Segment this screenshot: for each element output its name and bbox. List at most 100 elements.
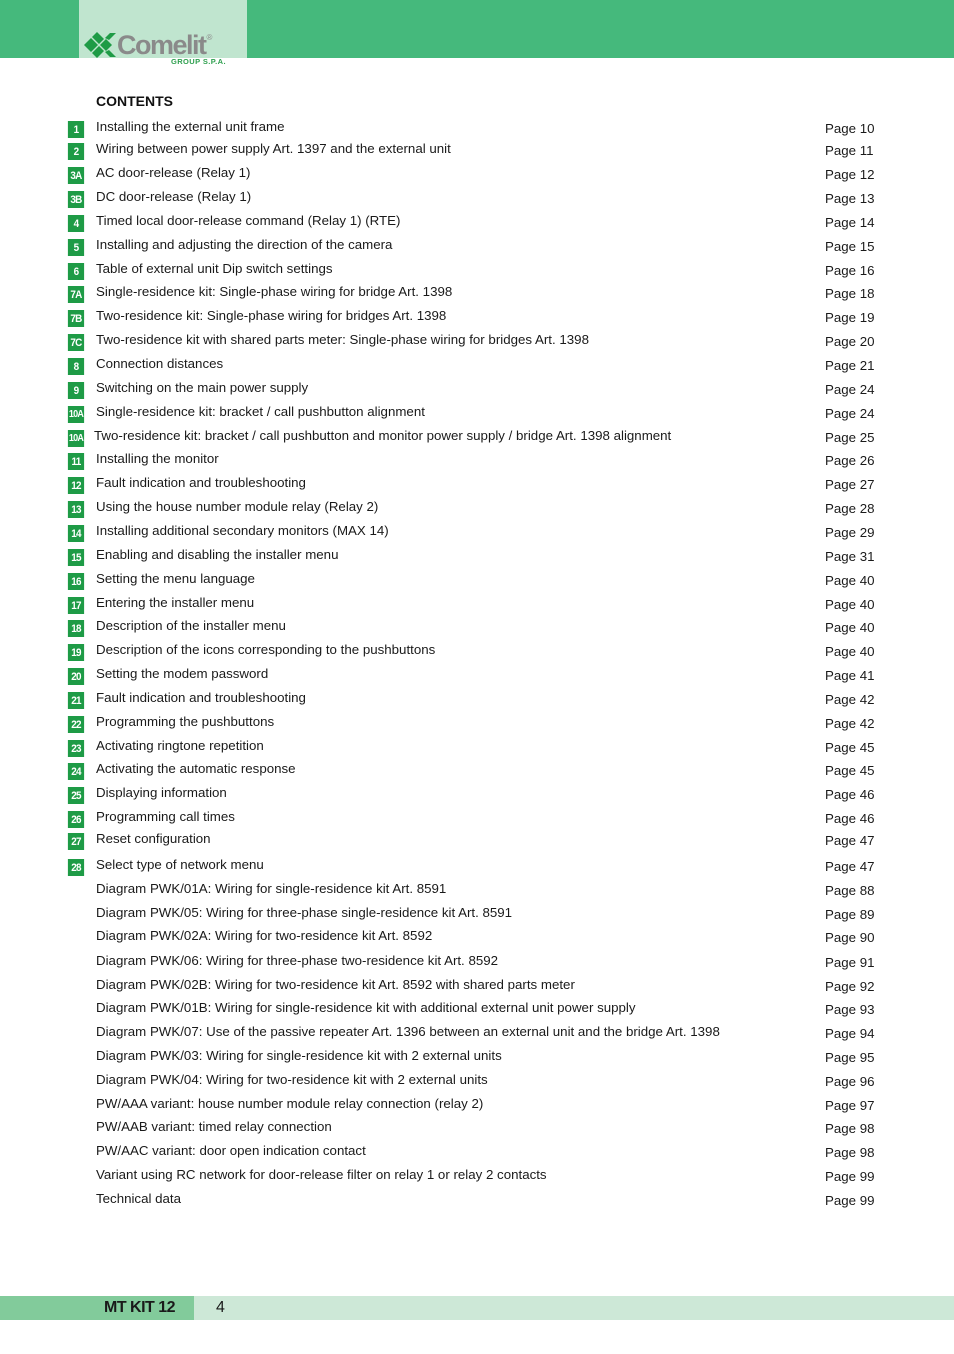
toc-entry-title[interactable]: Diagram PWK/06: Wiring for three-phase t…: [96, 952, 498, 970]
toc-entry-title[interactable]: AC door-release (Relay 1): [96, 164, 250, 182]
toc-entry-page[interactable]: Page 99: [825, 1192, 875, 1210]
toc-entry-page[interactable]: Page 98: [825, 1120, 875, 1138]
toc-entry[interactable]: 2 Wiring between power supply Art. 1397 a…: [0, 140, 954, 162]
toc-entry-page[interactable]: Page 88: [825, 882, 875, 900]
toc-entry[interactable]: Variant using RC network for door-releas…: [0, 1166, 954, 1188]
toc-entry[interactable]: 17 Entering the installer menu Page 40: [0, 594, 954, 616]
toc-entry[interactable]: 10A Single-residence kit: bracket / call …: [0, 403, 954, 425]
toc-entry-page[interactable]: Page 89: [825, 906, 875, 924]
toc-entry-title[interactable]: Diagram PWK/01A: Wiring for single-resid…: [96, 880, 446, 898]
toc-entry[interactable]: 22 Programming the pushbuttons Page 42: [0, 713, 954, 735]
toc-entry-title[interactable]: Description of the installer menu: [96, 617, 286, 635]
toc-entry-page[interactable]: Page 25: [825, 429, 875, 447]
toc-entry[interactable]: 5 Installing and adjusting the direction …: [0, 236, 954, 258]
toc-entry-title[interactable]: Table of external unit Dip switch settin…: [96, 260, 333, 278]
toc-entry[interactable]: 13 Using the house number module relay (R…: [0, 498, 954, 520]
toc-entry[interactable]: Diagram PWK/03: Wiring for single-reside…: [0, 1047, 954, 1069]
toc-entry-page[interactable]: Page 97: [825, 1097, 875, 1115]
toc-entry-title[interactable]: Installing and adjusting the direction o…: [96, 236, 392, 254]
toc-entry-title[interactable]: Setting the menu language: [96, 570, 255, 588]
toc-entry-page[interactable]: Page 14: [825, 214, 875, 232]
toc-entry[interactable]: 19 Description of the icons corresponding…: [0, 641, 954, 663]
toc-entry-title[interactable]: Switching on the main power supply: [96, 379, 308, 397]
toc-entry[interactable]: Diagram PWK/02B: Wiring for two-residenc…: [0, 976, 954, 998]
toc-entry[interactable]: 23 Activating ringtone repetition Page 45: [0, 737, 954, 759]
toc-entry-page[interactable]: Page 18: [825, 285, 875, 303]
toc-entry-page[interactable]: Page 45: [825, 739, 875, 757]
toc-entry-title[interactable]: Activating the automatic response: [96, 760, 296, 778]
toc-entry-title[interactable]: Two-residence kit: bracket / call pushbu…: [94, 427, 671, 445]
toc-entry[interactable]: 3A AC door-release (Relay 1) Page 12: [0, 164, 954, 186]
toc-entry[interactable]: 1 Installing the external unit frame Page …: [0, 118, 954, 140]
toc-entry[interactable]: 7A Single-residence kit: Single-phase wir…: [0, 283, 954, 305]
toc-entry-page[interactable]: Page 26: [825, 452, 875, 470]
toc-entry[interactable]: 27 Reset configuration Page 47: [0, 830, 954, 852]
toc-entry[interactable]: Diagram PWK/02A: Wiring for two-residenc…: [0, 927, 954, 949]
toc-entry-title[interactable]: Diagram PWK/02B: Wiring for two-residenc…: [96, 976, 575, 994]
toc-entry-title[interactable]: Setting the modem password: [96, 665, 268, 683]
toc-entry-title[interactable]: PW/AAB variant: timed relay connection: [96, 1118, 332, 1136]
toc-entry-page[interactable]: Page 95: [825, 1049, 875, 1067]
toc-entry-page[interactable]: Page 19: [825, 309, 875, 327]
toc-entry-page[interactable]: Page 21: [825, 357, 875, 375]
toc-entry-title[interactable]: PW/AAC variant: door open indication con…: [96, 1142, 366, 1160]
toc-entry-title[interactable]: Timed local door-release command (Relay …: [96, 212, 400, 230]
toc-entry-page[interactable]: Page 91: [825, 954, 875, 972]
toc-entry-title[interactable]: Diagram PWK/03: Wiring for single-reside…: [96, 1047, 502, 1065]
toc-entry-title[interactable]: DC door-release (Relay 1): [96, 188, 251, 206]
toc-entry-title[interactable]: Diagram PWK/01B: Wiring for single-resid…: [96, 999, 636, 1017]
toc-entry-page[interactable]: Page 47: [825, 832, 875, 850]
toc-entry-title[interactable]: Diagram PWK/05: Wiring for three-phase s…: [96, 904, 512, 922]
toc-entry-page[interactable]: Page 40: [825, 596, 875, 614]
toc-entry[interactable]: Diagram PWK/01B: Wiring for single-resid…: [0, 999, 954, 1021]
toc-entry-title[interactable]: Single-residence kit: Single-phase wirin…: [96, 283, 452, 301]
toc-entry-page[interactable]: Page 99: [825, 1168, 875, 1186]
toc-entry-title[interactable]: Technical data: [96, 1190, 181, 1208]
toc-entry[interactable]: PW/AAB variant: timed relay connection Pa…: [0, 1118, 954, 1140]
toc-entry[interactable]: 15 Enabling and disabling the installer m…: [0, 546, 954, 568]
toc-entry[interactable]: 25 Displaying information Page 46: [0, 784, 954, 806]
toc-entry-page[interactable]: Page 12: [825, 166, 875, 184]
toc-entry-page[interactable]: Page 24: [825, 381, 875, 399]
toc-entry[interactable]: Technical data Page 99: [0, 1190, 954, 1212]
toc-entry-title[interactable]: Reset configuration: [96, 830, 211, 848]
toc-entry-page[interactable]: Page 41: [825, 667, 875, 685]
toc-entry-title[interactable]: Two-residence kit with shared parts mete…: [96, 331, 589, 349]
toc-entry[interactable]: 16 Setting the menu language Page 40: [0, 570, 954, 592]
toc-entry-page[interactable]: Page 92: [825, 978, 875, 996]
toc-entry[interactable]: Diagram PWK/07: Use of the passive repea…: [0, 1023, 954, 1045]
toc-entry-title[interactable]: Displaying information: [96, 784, 227, 802]
toc-entry-title[interactable]: Connection distances: [96, 355, 223, 373]
toc-entry-title[interactable]: Using the house number module relay (Rel…: [96, 498, 378, 516]
toc-entry-page[interactable]: Page 11: [825, 142, 874, 160]
toc-entry[interactable]: 11 Installing the monitor Page 26: [0, 450, 954, 472]
toc-entry-page[interactable]: Page 40: [825, 619, 875, 637]
toc-entry[interactable]: 3B DC door-release (Relay 1) Page 13: [0, 188, 954, 210]
toc-entry[interactable]: 7C Two-residence kit with shared parts me…: [0, 331, 954, 353]
toc-entry-page[interactable]: Page 47: [825, 858, 875, 876]
toc-entry-title[interactable]: Two-residence kit: Single-phase wiring f…: [96, 307, 446, 325]
toc-entry-page[interactable]: Page 31: [825, 548, 875, 566]
toc-entry[interactable]: 24 Activating the automatic response Page …: [0, 760, 954, 782]
toc-entry[interactable]: Diagram PWK/01A: Wiring for single-resid…: [0, 880, 954, 902]
toc-entry-page[interactable]: Page 96: [825, 1073, 875, 1091]
toc-entry-page[interactable]: Page 94: [825, 1025, 875, 1043]
toc-entry-page[interactable]: Page 45: [825, 762, 875, 780]
toc-entry[interactable]: 6 Table of external unit Dip switch setti…: [0, 260, 954, 282]
toc-entry-title[interactable]: Single-residence kit: bracket / call pus…: [96, 403, 425, 421]
toc-entry[interactable]: PW/AAC variant: door open indication con…: [0, 1142, 954, 1164]
toc-entry-page[interactable]: Page 24: [825, 405, 875, 423]
toc-entry-title[interactable]: Installing additional secondary monitors…: [96, 522, 389, 540]
toc-entry-page[interactable]: Page 42: [825, 691, 875, 709]
toc-entry[interactable]: 20 Setting the modem password Page 41: [0, 665, 954, 687]
toc-entry-title[interactable]: PW/AAA variant: house number module rela…: [96, 1095, 483, 1113]
toc-entry-page[interactable]: Page 46: [825, 810, 875, 828]
toc-entry[interactable]: 9 Switching on the main power supply Page …: [0, 379, 954, 401]
toc-entry-page[interactable]: Page 42: [825, 715, 875, 733]
toc-entry-page[interactable]: Page 46: [825, 786, 875, 804]
toc-entry[interactable]: 12 Fault indication and troubleshooting Pa…: [0, 474, 954, 496]
toc-entry-page[interactable]: Page 20: [825, 333, 875, 351]
toc-entry-page[interactable]: Page 98: [825, 1144, 875, 1162]
toc-entry-page[interactable]: Page 29: [825, 524, 875, 542]
toc-entry-page[interactable]: Page 40: [825, 643, 875, 661]
